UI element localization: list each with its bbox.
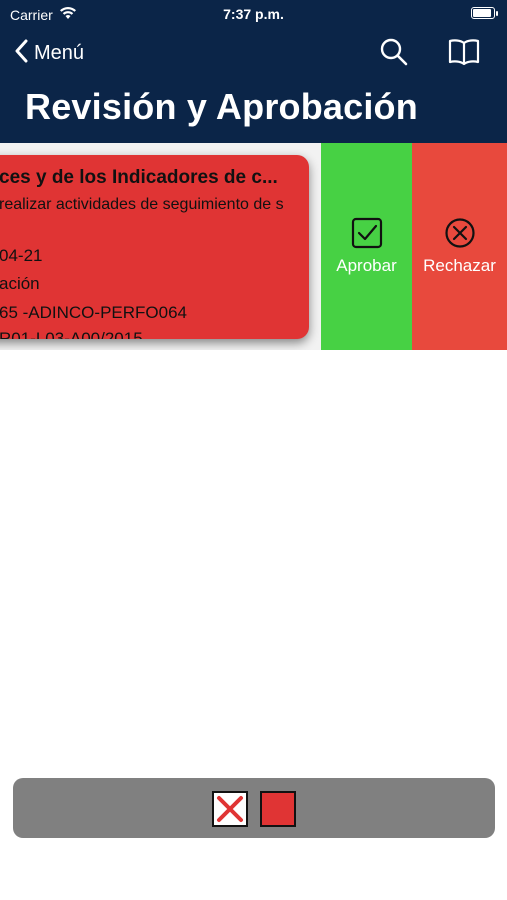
approve-label: Aprobar	[336, 256, 397, 275]
nav-header: Menú Revisión y Aprobación	[0, 28, 507, 143]
card-title: ces y de los Indicadores de c...	[0, 167, 278, 188]
card-code: 65 -ADINCO-PERFO064	[0, 303, 187, 322]
card-status: ación	[0, 274, 40, 293]
checkbox-check-icon	[351, 217, 382, 249]
red-square-icon	[260, 791, 296, 827]
circle-x-icon	[444, 218, 475, 248]
bottom-toolbar	[13, 778, 495, 838]
reject-button[interactable]: Rechazar	[412, 143, 507, 350]
x-box-icon	[212, 791, 248, 827]
screen: Carrier 7:37 p.m. Menú Revisión y Aproba…	[0, 0, 507, 900]
approve-button[interactable]: Aprobar	[321, 143, 412, 350]
back-button[interactable]: Menú	[14, 38, 84, 68]
card-reference: R01-L03-A00/2015	[0, 329, 143, 339]
search-icon	[380, 38, 408, 66]
search-button[interactable]	[378, 36, 410, 68]
document-card[interactable]: ces y de los Indicadores de c... realiza…	[0, 155, 309, 339]
book-button[interactable]	[447, 36, 480, 68]
card-description: realizar actividades de seguimiento de s	[0, 196, 284, 213]
status-time: 7:37 p.m.	[223, 6, 284, 22]
battery-icon	[471, 7, 498, 19]
card-date: 04-21	[0, 246, 43, 265]
reject-filter-button[interactable]	[212, 791, 248, 827]
back-label: Menú	[34, 41, 85, 64]
page-title: Revisión y Aprobación	[25, 86, 418, 127]
book-icon	[448, 39, 480, 66]
reject-label: Rechazar	[423, 256, 496, 275]
status-bar: Carrier 7:37 p.m.	[0, 0, 507, 28]
swiped-list-row: ces y de los Indicadores de c... realiza…	[0, 143, 507, 350]
pending-filter-button[interactable]	[260, 791, 296, 827]
chevron-left-icon	[14, 39, 28, 68]
